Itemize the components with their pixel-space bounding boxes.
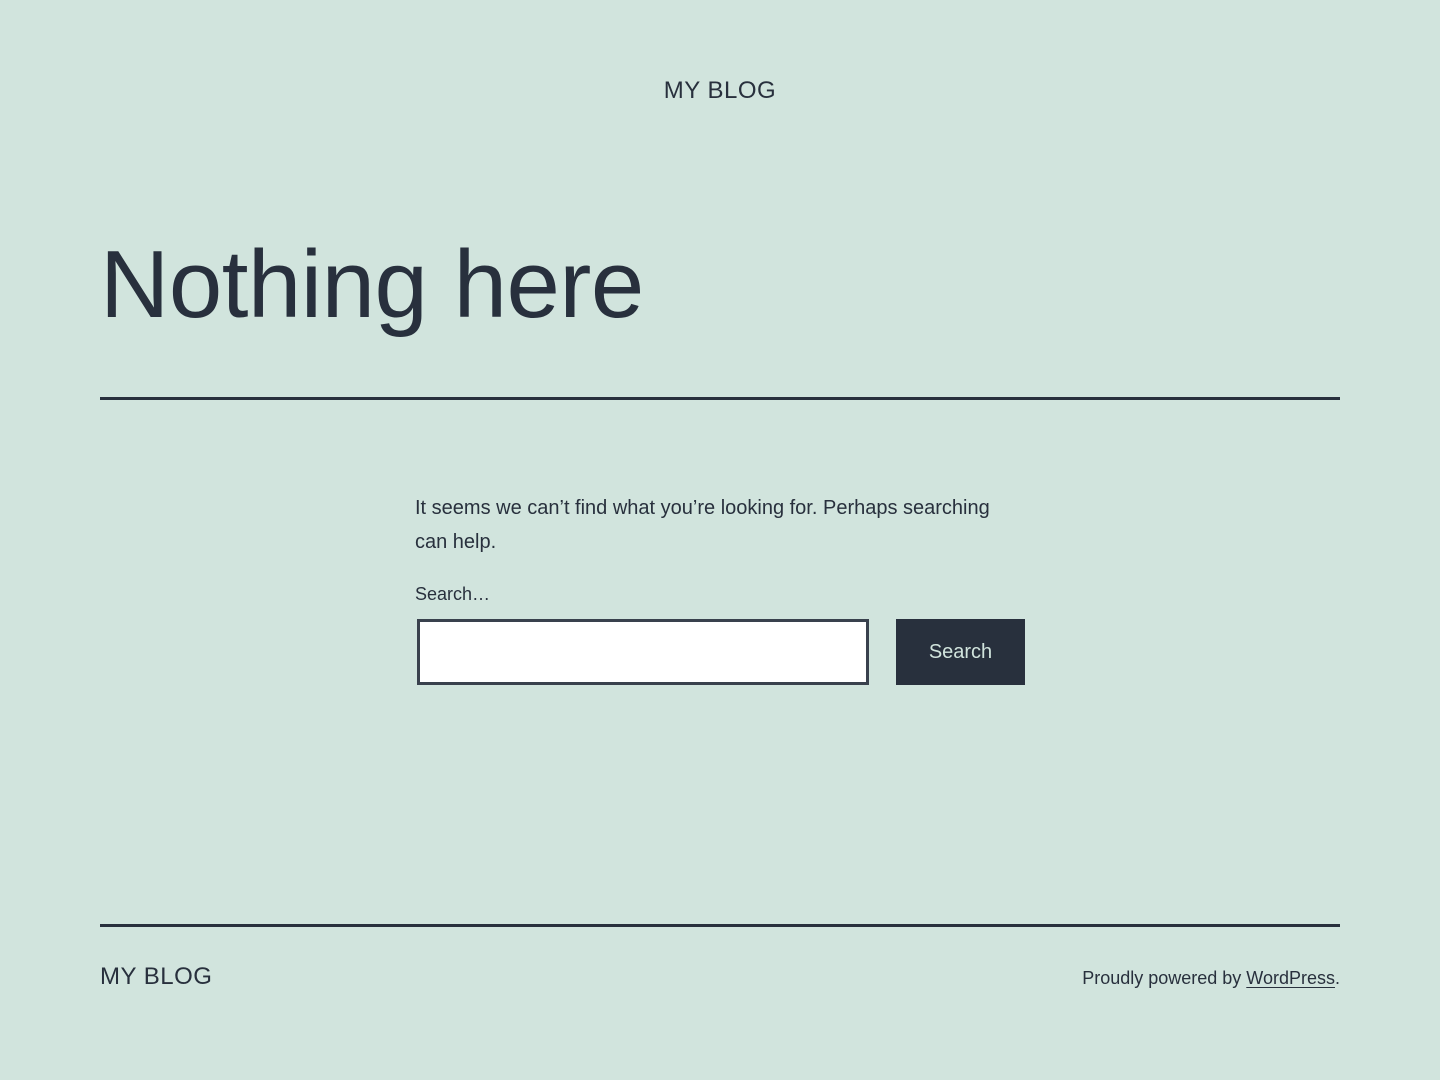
site-title-link[interactable]: MY BLOG xyxy=(0,77,1440,105)
not-found-message: It seems we can’t find what you’re looki… xyxy=(415,497,990,553)
page-title: Nothing here xyxy=(100,231,644,338)
wordpress-link[interactable]: WordPress xyxy=(1246,968,1335,988)
powered-by-text: Proudly powered by WordPress. xyxy=(1082,966,1340,990)
search-input[interactable] xyxy=(417,619,869,685)
header-divider xyxy=(100,397,1340,400)
powered-by-prefix: Proudly powered by xyxy=(1082,968,1247,988)
powered-by-suffix: . xyxy=(1334,968,1340,988)
search-label: Search… xyxy=(415,584,491,604)
search-button[interactable]: Search xyxy=(896,619,1025,685)
footer-site-title-link[interactable]: MY BLOG xyxy=(100,963,212,991)
footer-divider xyxy=(100,924,1340,927)
